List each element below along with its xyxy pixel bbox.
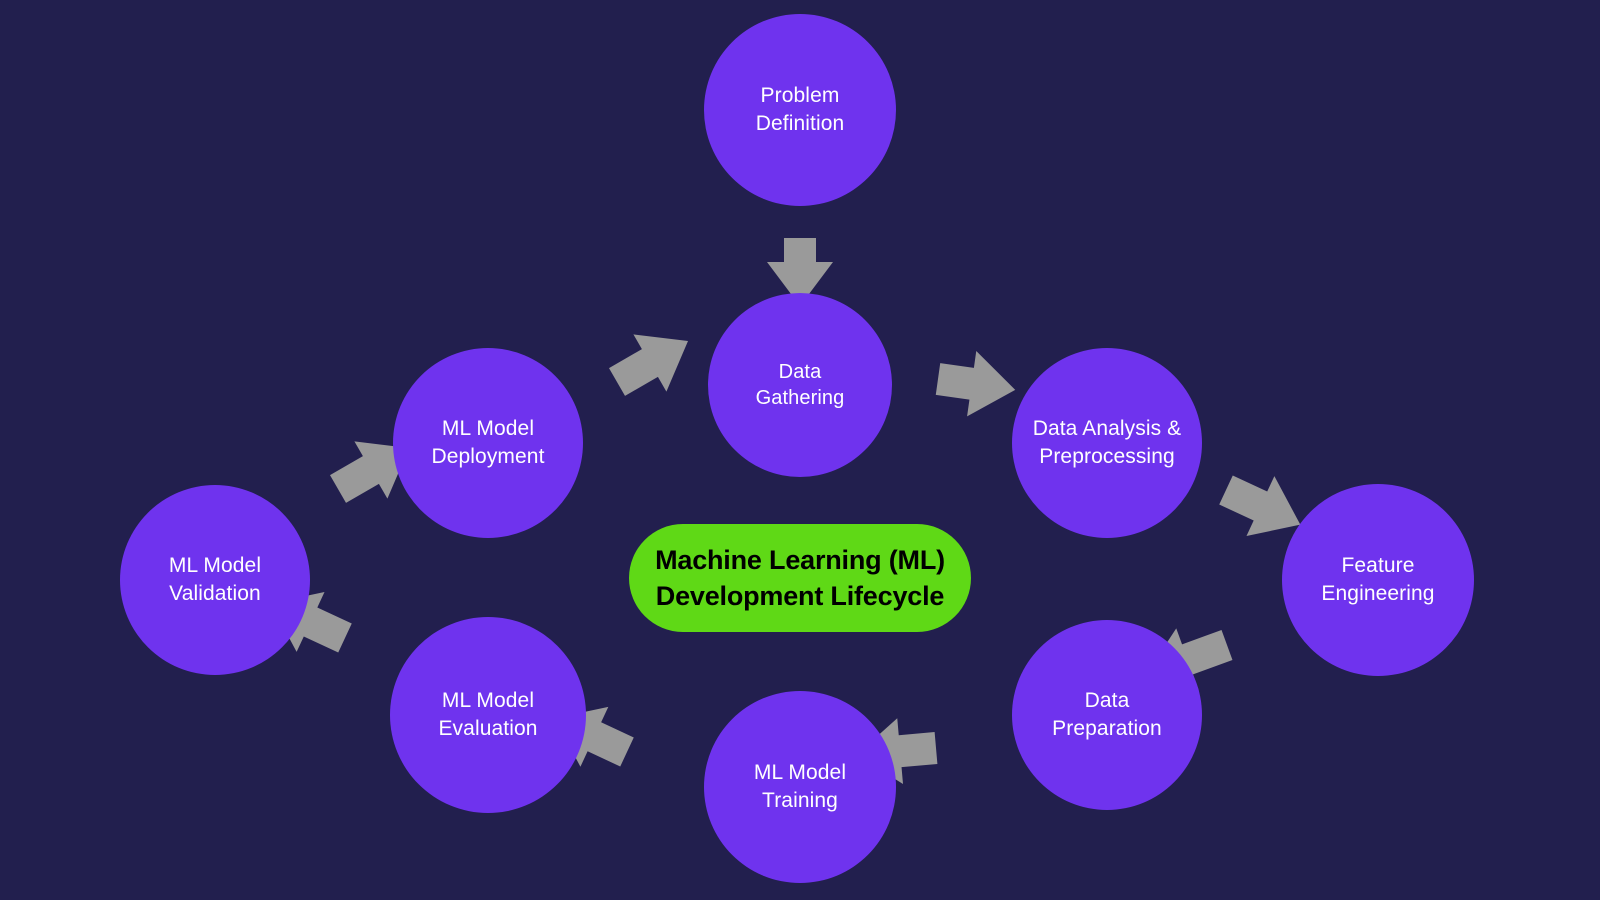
node-data-gathering[interactable]: Data Gathering <box>708 293 892 477</box>
center-badge: Machine Learning (ML) Development Lifecy… <box>629 524 971 632</box>
node-label-ml-model-training: ML Model Training <box>753 761 847 812</box>
node-ml-model-validation[interactable]: ML Model Validation <box>120 485 310 675</box>
node-data-preparation[interactable]: Data Preparation <box>1012 620 1202 810</box>
node-ml-model-training[interactable]: ML Model Training <box>704 691 896 883</box>
center-badge-label: Machine Learning (ML) Development Lifecy… <box>655 544 945 611</box>
node-label-data-preparation: Data Preparation <box>1052 689 1162 740</box>
node-label-ml-model-evaluation: ML Model Evaluation <box>438 689 538 740</box>
node-feature-engineering[interactable]: Feature Engineering <box>1282 484 1474 676</box>
node-ml-model-deployment[interactable]: ML Model Deployment <box>393 348 583 538</box>
node-ml-model-evaluation[interactable]: ML Model Evaluation <box>390 617 586 813</box>
node-data-analysis[interactable]: Data Analysis & Preprocessing <box>1012 348 1202 538</box>
diagram-canvas: Problem Definition Data Gathering Data Ana… <box>0 0 1600 900</box>
node-problem-definition[interactable]: Problem Definition <box>704 14 896 206</box>
node-label-data-gathering: Data Gathering <box>755 360 845 409</box>
node-label-feature-engineering: Feature Engineering <box>1321 554 1435 605</box>
arrow-data-gathering-to-data-analysis <box>935 351 1016 417</box>
arrow-ml-model-deployment-to-data-gathering <box>609 334 689 396</box>
node-label-ml-model-deployment: ML Model Deployment <box>431 417 545 468</box>
node-label-data-analysis: Data Analysis & Preprocessing <box>1032 417 1182 468</box>
node-label-ml-model-validation: ML Model Validation <box>168 554 262 605</box>
node-label-problem-definition: Problem Definition <box>755 84 845 135</box>
